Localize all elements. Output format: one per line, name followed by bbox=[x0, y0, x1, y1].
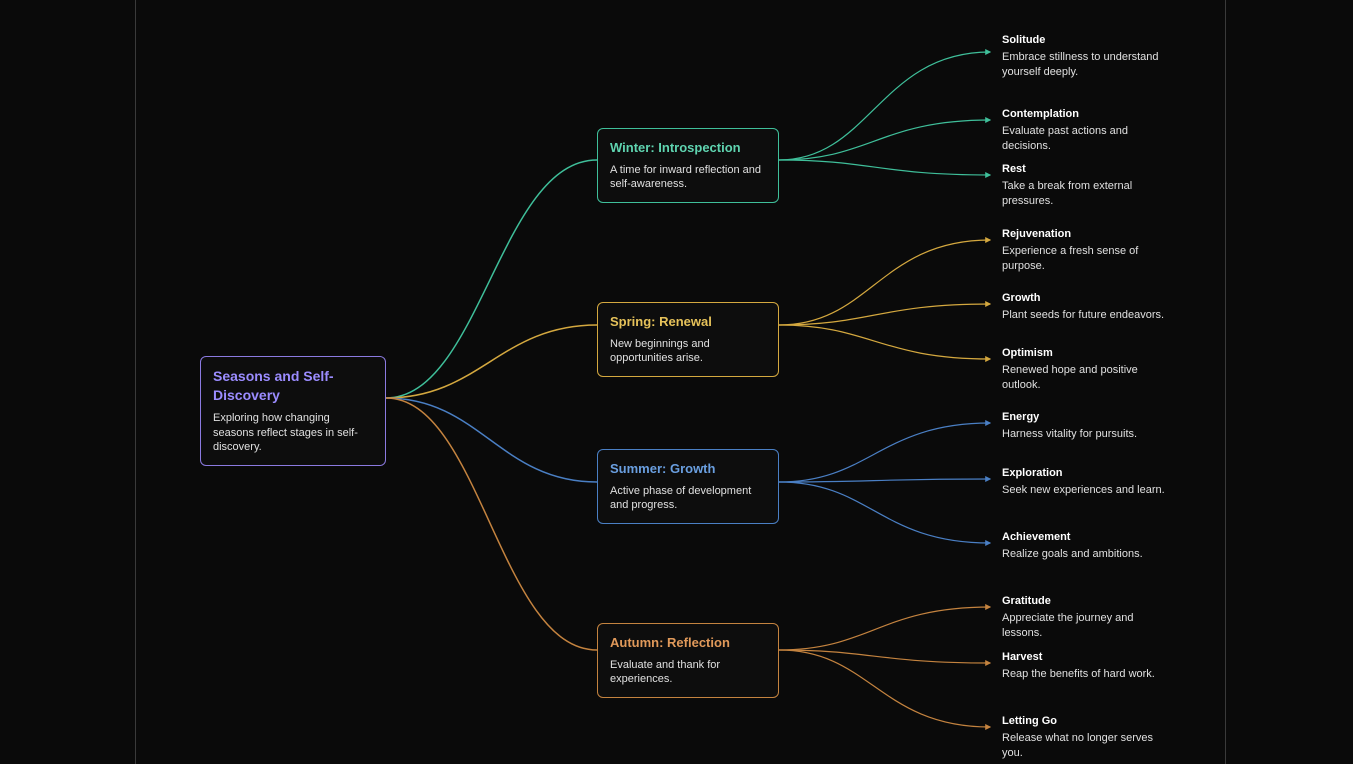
leaf-node-optimism[interactable]: Optimism Renewed hope and positive outlo… bbox=[1002, 347, 1172, 393]
edge-autumn-letting-go bbox=[779, 650, 990, 727]
season-title: Autumn: Reflection bbox=[610, 634, 766, 652]
edge-spring-growth bbox=[779, 304, 990, 325]
leaf-node-harvest[interactable]: Harvest Reap the benefits of hard work. bbox=[1002, 651, 1172, 682]
edge-winter-rest bbox=[779, 160, 990, 175]
leaf-desc: Experience a fresh sense of purpose. bbox=[1002, 244, 1172, 274]
mindmap-canvas[interactable]: Seasons and Self-Discovery Exploring how… bbox=[0, 0, 1353, 764]
edge-autumn-gratitude bbox=[779, 607, 990, 650]
root-desc: Exploring how changing seasons reflect s… bbox=[213, 411, 373, 456]
edge-root-autumn bbox=[386, 398, 597, 650]
leaf-desc: Realize goals and ambitions. bbox=[1002, 547, 1172, 562]
season-node-winter[interactable]: Winter: Introspection A time for inward … bbox=[597, 128, 779, 203]
leaf-node-exploration[interactable]: Exploration Seek new experiences and lea… bbox=[1002, 467, 1172, 498]
season-desc: A time for inward reflection and self-aw… bbox=[610, 163, 766, 193]
leaf-title: Contemplation bbox=[1002, 108, 1172, 120]
leaf-desc: Renewed hope and positive outlook. bbox=[1002, 363, 1172, 393]
leaf-node-letting-go[interactable]: Letting Go Release what no longer serves… bbox=[1002, 715, 1172, 761]
edge-winter-solitude bbox=[779, 52, 990, 160]
season-title: Summer: Growth bbox=[610, 460, 766, 478]
leaf-title: Rejuvenation bbox=[1002, 228, 1172, 240]
season-node-spring[interactable]: Spring: Renewal New beginnings and oppor… bbox=[597, 302, 779, 377]
leaf-node-gratitude[interactable]: Gratitude Appreciate the journey and les… bbox=[1002, 595, 1172, 641]
season-node-autumn[interactable]: Autumn: Reflection Evaluate and thank fo… bbox=[597, 623, 779, 698]
leaf-desc: Seek new experiences and learn. bbox=[1002, 483, 1172, 498]
season-node-summer[interactable]: Summer: Growth Active phase of developme… bbox=[597, 449, 779, 524]
leaf-desc: Evaluate past actions and decisions. bbox=[1002, 124, 1172, 154]
leaf-title: Exploration bbox=[1002, 467, 1172, 479]
edge-root-summer bbox=[386, 398, 597, 482]
leaf-desc: Appreciate the journey and lessons. bbox=[1002, 611, 1172, 641]
leaf-title: Optimism bbox=[1002, 347, 1172, 359]
leaf-desc: Harness vitality for pursuits. bbox=[1002, 427, 1172, 442]
root-title: Seasons and Self-Discovery bbox=[213, 367, 373, 405]
leaf-desc: Take a break from external pressures. bbox=[1002, 179, 1172, 209]
edge-spring-optimism bbox=[779, 325, 990, 359]
edge-spring-rejuvenation bbox=[779, 240, 990, 325]
edge-summer-achievement bbox=[779, 482, 990, 543]
edge-summer-energy bbox=[779, 423, 990, 482]
leaf-node-energy[interactable]: Energy Harness vitality for pursuits. bbox=[1002, 411, 1172, 442]
leaf-title: Gratitude bbox=[1002, 595, 1172, 607]
leaf-desc: Embrace stillness to understand yourself… bbox=[1002, 50, 1172, 80]
season-desc: Evaluate and thank for experiences. bbox=[610, 658, 766, 688]
edge-autumn-harvest bbox=[779, 650, 990, 663]
leaf-node-rest[interactable]: Rest Take a break from external pressure… bbox=[1002, 163, 1172, 209]
edge-summer-exploration bbox=[779, 479, 990, 482]
leaf-title: Growth bbox=[1002, 292, 1172, 304]
leaf-title: Achievement bbox=[1002, 531, 1172, 543]
leaf-title: Rest bbox=[1002, 163, 1172, 175]
leaf-title: Harvest bbox=[1002, 651, 1172, 663]
leaf-desc: Plant seeds for future endeavors. bbox=[1002, 308, 1172, 323]
leaf-title: Energy bbox=[1002, 411, 1172, 423]
leaf-desc: Reap the benefits of hard work. bbox=[1002, 667, 1172, 682]
leaf-title: Letting Go bbox=[1002, 715, 1172, 727]
leaf-node-solitude[interactable]: Solitude Embrace stillness to understand… bbox=[1002, 34, 1172, 80]
edge-root-spring bbox=[386, 325, 597, 398]
season-title: Winter: Introspection bbox=[610, 139, 766, 157]
leaf-desc: Release what no longer serves you. bbox=[1002, 731, 1172, 761]
season-title: Spring: Renewal bbox=[610, 313, 766, 331]
leaf-node-achievement[interactable]: Achievement Realize goals and ambitions. bbox=[1002, 531, 1172, 562]
edge-winter-contemplation bbox=[779, 120, 990, 160]
season-desc: Active phase of development and progress… bbox=[610, 484, 766, 514]
leaf-node-growth[interactable]: Growth Plant seeds for future endeavors. bbox=[1002, 292, 1172, 323]
leaf-title: Solitude bbox=[1002, 34, 1172, 46]
leaf-node-rejuvenation[interactable]: Rejuvenation Experience a fresh sense of… bbox=[1002, 228, 1172, 274]
season-desc: New beginnings and opportunities arise. bbox=[610, 337, 766, 367]
leaf-node-contemplation[interactable]: Contemplation Evaluate past actions and … bbox=[1002, 108, 1172, 154]
root-node[interactable]: Seasons and Self-Discovery Exploring how… bbox=[200, 356, 386, 466]
edge-root-winter bbox=[386, 160, 597, 398]
